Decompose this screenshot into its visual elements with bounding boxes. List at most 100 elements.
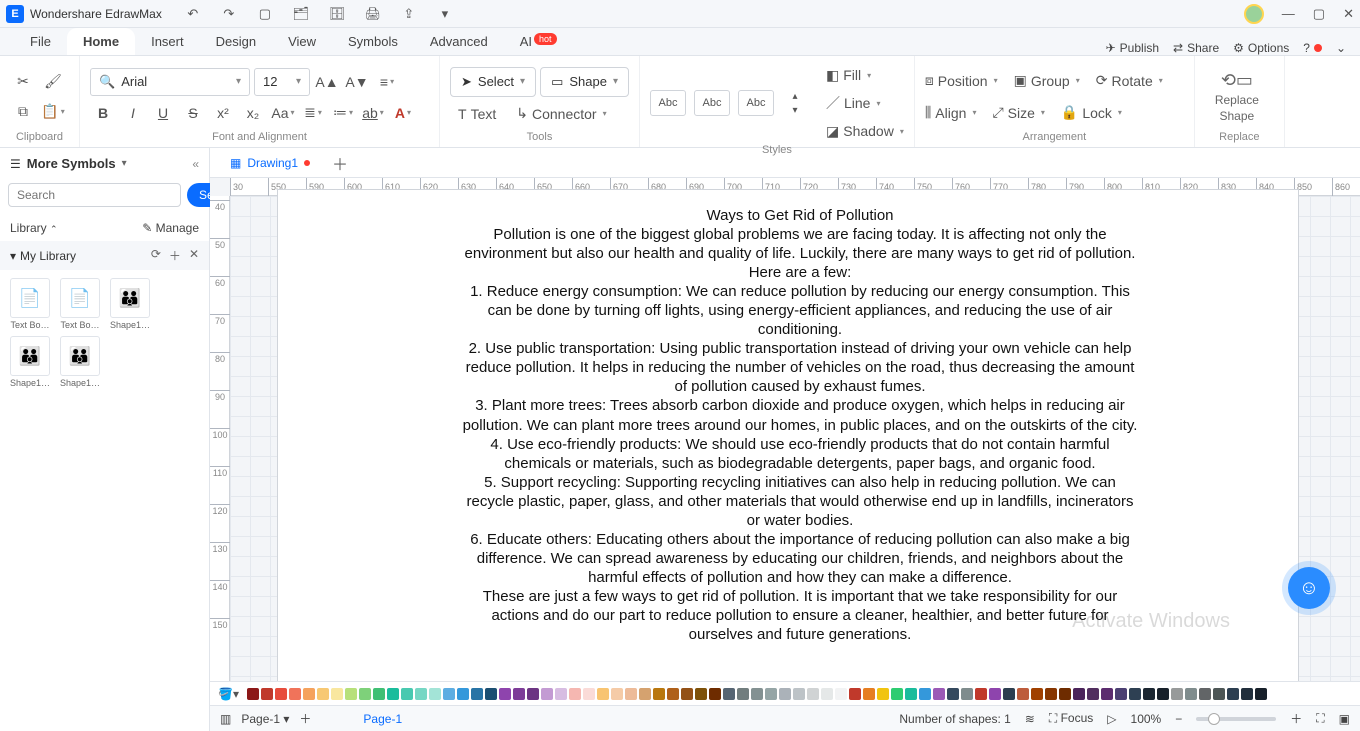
color-swatch[interactable]: [261, 688, 273, 700]
zoom-value[interactable]: 100%: [1131, 712, 1162, 726]
color-swatch[interactable]: [1059, 688, 1071, 700]
style-swatch-3[interactable]: Abc: [738, 90, 774, 116]
fullscreen-icon[interactable]: ▣: [1339, 712, 1350, 726]
assistant-floating-icon[interactable]: ☺: [1288, 567, 1330, 609]
underline-icon[interactable]: U: [150, 100, 176, 126]
color-swatch[interactable]: [961, 688, 973, 700]
color-swatch[interactable]: [625, 688, 637, 700]
minimize-icon[interactable]: —: [1282, 6, 1295, 21]
tab-file[interactable]: File: [14, 28, 67, 55]
strike-icon[interactable]: S: [180, 100, 206, 126]
text-tool-button[interactable]: TText: [450, 101, 504, 127]
color-swatch[interactable]: [779, 688, 791, 700]
shadow-button[interactable]: ◪Shadow: [826, 118, 904, 144]
color-swatch[interactable]: [415, 688, 427, 700]
color-swatch[interactable]: [303, 688, 315, 700]
color-swatch[interactable]: [667, 688, 679, 700]
color-swatch[interactable]: [947, 688, 959, 700]
styles-down-icon[interactable]: ▾: [782, 103, 808, 117]
color-swatch[interactable]: [401, 688, 413, 700]
fit-page-icon[interactable]: ⛶: [1316, 711, 1324, 726]
color-swatch[interactable]: [247, 688, 259, 700]
page-select[interactable]: Page-1 ▾: [241, 712, 289, 726]
color-swatch[interactable]: [1143, 688, 1155, 700]
document-tab[interactable]: ▦ Drawing1: [220, 152, 320, 174]
color-swatch[interactable]: [919, 688, 931, 700]
color-swatch[interactable]: [275, 688, 287, 700]
text-shape[interactable]: Ways to Get Rid of Pollution Pollution i…: [460, 206, 1140, 644]
cut-icon[interactable]: ✂: [10, 69, 36, 95]
color-swatch[interactable]: [1045, 688, 1057, 700]
save-icon[interactable]: 🗄: [324, 1, 350, 27]
library-shape-item[interactable]: 📄Text Bo…: [58, 278, 102, 330]
lib-add-icon[interactable]: ＋: [169, 247, 181, 264]
user-avatar-icon[interactable]: [1244, 4, 1264, 24]
copy-icon[interactable]: ⧉: [10, 99, 36, 125]
color-swatch[interactable]: [1017, 688, 1029, 700]
color-swatch[interactable]: [709, 688, 721, 700]
manage-library-button[interactable]: ✎ Manage: [142, 221, 199, 235]
fill-button[interactable]: ◧Fill: [826, 62, 904, 88]
italic-icon[interactable]: I: [120, 100, 146, 126]
align-button[interactable]: ⫼Align: [925, 100, 977, 126]
qat-more-icon[interactable]: ▾: [432, 1, 458, 27]
color-swatch[interactable]: [387, 688, 399, 700]
case-icon[interactable]: Aa: [270, 100, 296, 126]
share-button[interactable]: ⇄Share: [1173, 41, 1219, 55]
select-tool-button[interactable]: ➤Select▾: [450, 67, 536, 97]
maximize-icon[interactable]: ▢: [1313, 6, 1325, 22]
color-swatch[interactable]: [485, 688, 497, 700]
subscript-icon[interactable]: x₂: [240, 100, 266, 126]
color-swatch[interactable]: [513, 688, 525, 700]
new-icon[interactable]: ▢: [252, 1, 278, 27]
panel-title[interactable]: More Symbols: [27, 156, 116, 171]
redo-icon[interactable]: ↷: [216, 1, 242, 27]
color-swatch[interactable]: [1241, 688, 1253, 700]
tab-ai[interactable]: AIhot: [504, 28, 573, 55]
color-swatch[interactable]: [1003, 688, 1015, 700]
color-swatch[interactable]: [499, 688, 511, 700]
color-swatch[interactable]: [793, 688, 805, 700]
fill-bucket-icon[interactable]: 🪣▾: [218, 687, 239, 701]
color-swatch[interactable]: [639, 688, 651, 700]
shape-tool-button[interactable]: ▭Shape▾: [540, 67, 629, 97]
color-swatch[interactable]: [877, 688, 889, 700]
style-swatch-1[interactable]: Abc: [650, 90, 686, 116]
layers-icon[interactable]: ≋: [1025, 712, 1035, 726]
color-swatch[interactable]: [527, 688, 539, 700]
color-swatch[interactable]: [457, 688, 469, 700]
export-icon[interactable]: ⇪: [396, 1, 422, 27]
superscript-icon[interactable]: x²: [210, 100, 236, 126]
color-swatch[interactable]: [611, 688, 623, 700]
color-swatch[interactable]: [1171, 688, 1183, 700]
bullets-icon[interactable]: ≔: [330, 100, 356, 126]
color-swatch[interactable]: [597, 688, 609, 700]
color-swatch[interactable]: [765, 688, 777, 700]
connector-tool-button[interactable]: ↳Connector: [508, 101, 614, 127]
close-icon[interactable]: ✕: [1343, 6, 1354, 22]
color-swatch[interactable]: [1185, 688, 1197, 700]
library-shape-item[interactable]: 👪Shape1…: [8, 336, 52, 388]
font-family-select[interactable]: 🔍 Arial ▾: [90, 68, 250, 96]
color-swatch[interactable]: [891, 688, 903, 700]
line-spacing-icon[interactable]: ≣: [300, 100, 326, 126]
style-swatch-2[interactable]: Abc: [694, 90, 730, 116]
library-shape-item[interactable]: 👪Shape1…: [58, 336, 102, 388]
tab-symbols[interactable]: Symbols: [332, 28, 414, 55]
color-swatch[interactable]: [807, 688, 819, 700]
color-swatch[interactable]: [569, 688, 581, 700]
color-swatch[interactable]: [1255, 688, 1267, 700]
color-swatch[interactable]: [1157, 688, 1169, 700]
color-swatch[interactable]: [443, 688, 455, 700]
paragraph-align-icon[interactable]: ≡: [374, 69, 400, 95]
library-shape-item[interactable]: 👪Shape1…: [108, 278, 152, 330]
color-swatch[interactable]: [345, 688, 357, 700]
collapse-ribbon-icon[interactable]: ⌄: [1336, 41, 1346, 55]
format-painter-icon[interactable]: 🖌: [40, 69, 66, 95]
lib-close-icon[interactable]: ✕: [189, 247, 199, 264]
color-swatch[interactable]: [1213, 688, 1225, 700]
color-swatch[interactable]: [751, 688, 763, 700]
help-indicator[interactable]: ?: [1303, 41, 1322, 55]
color-swatch[interactable]: [737, 688, 749, 700]
page-layout-icon[interactable]: ▥: [220, 712, 231, 726]
